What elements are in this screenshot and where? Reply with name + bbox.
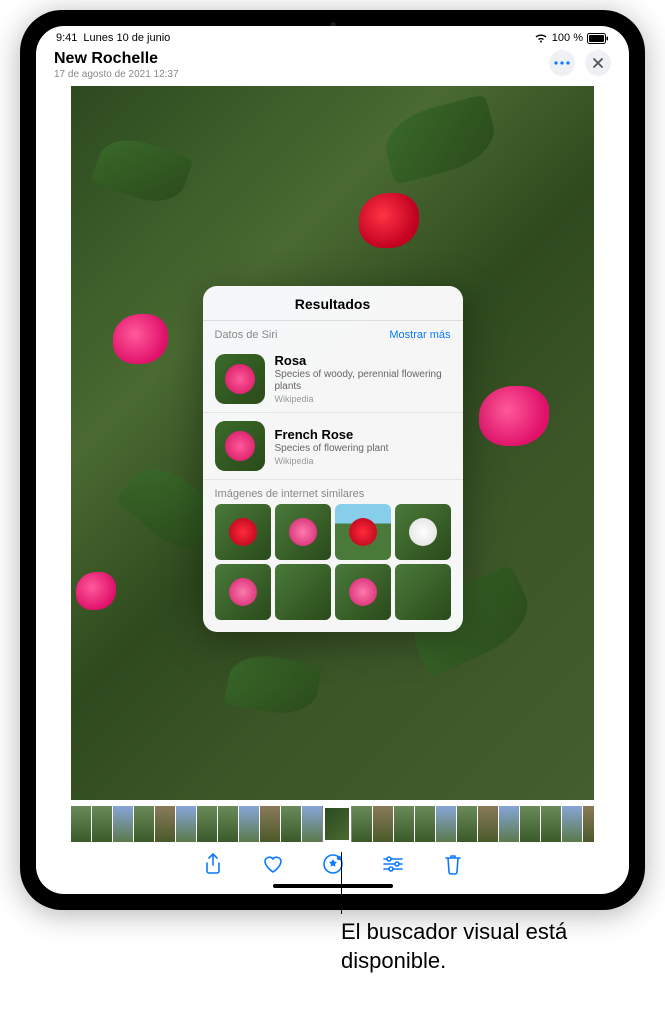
favorite-button[interactable] (261, 852, 285, 876)
result-desc: Species of woody, perennial flowering pl… (275, 369, 451, 393)
result-row[interactable]: Rosa Species of woody, perennial floweri… (203, 345, 463, 413)
similar-images-label: Imágenes de internet similares (203, 480, 463, 504)
ipad-frame: 9:41 Lunes 10 de junio 100 % New Rochell… (20, 10, 645, 910)
delete-button[interactable] (441, 852, 465, 876)
similar-image[interactable] (215, 504, 271, 560)
adjust-button[interactable] (381, 852, 405, 876)
home-indicator[interactable] (273, 884, 393, 888)
wifi-icon (534, 33, 548, 43)
similar-image[interactable] (335, 504, 391, 560)
status-date: Lunes 10 de junio (83, 32, 170, 44)
battery-text: 100 % (552, 32, 583, 44)
show-more-button[interactable]: Mostrar más (389, 329, 450, 341)
popover-title: Resultados (203, 286, 463, 321)
similar-images-grid (203, 504, 463, 632)
close-button[interactable] (585, 50, 611, 76)
share-button[interactable] (201, 852, 225, 876)
photo-thumbnail-strip[interactable] (71, 806, 594, 842)
similar-image[interactable] (395, 504, 451, 560)
result-title: Rosa (275, 353, 451, 368)
similar-image[interactable] (395, 564, 451, 620)
similar-image[interactable] (215, 564, 271, 620)
result-title: French Rose (275, 427, 389, 442)
header: New Rochelle 17 de agosto de 2021 12:37 (36, 46, 629, 86)
result-source: Wikipedia (275, 394, 451, 404)
status-time: 9:41 (56, 32, 77, 44)
similar-image[interactable] (275, 504, 331, 560)
battery-icon (587, 33, 609, 44)
bottom-toolbar (36, 842, 629, 880)
callout-line (341, 852, 342, 914)
result-thumb-icon (215, 354, 265, 404)
callout-text: El buscador visual está disponible. (341, 918, 621, 975)
similar-image[interactable] (335, 564, 391, 620)
selected-thumbnail[interactable] (323, 806, 351, 842)
more-button[interactable] (549, 50, 575, 76)
visual-lookup-popover: Resultados Datos de Siri Mostrar más Ros… (203, 286, 463, 632)
page-subtitle: 17 de agosto de 2021 12:37 (54, 69, 179, 80)
result-source: Wikipedia (275, 456, 389, 466)
page-title: New Rochelle (54, 50, 179, 68)
screen: 9:41 Lunes 10 de junio 100 % New Rochell… (36, 26, 629, 894)
siri-knowledge-label: Datos de Siri (215, 329, 278, 341)
result-thumb-icon (215, 421, 265, 471)
status-bar: 9:41 Lunes 10 de junio 100 % (36, 26, 629, 46)
result-desc: Species of flowering plant (275, 443, 389, 455)
similar-image[interactable] (275, 564, 331, 620)
result-row[interactable]: French Rose Species of flowering plant W… (203, 413, 463, 480)
